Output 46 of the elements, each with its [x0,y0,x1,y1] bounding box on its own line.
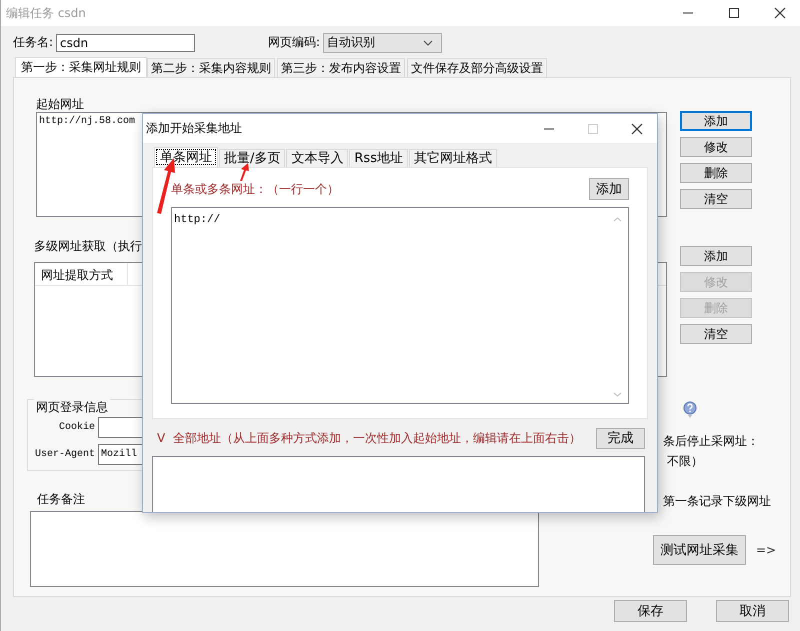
side-button[interactable]: 删除 [680,163,752,183]
arrow-text: => [756,543,776,557]
option-text: 不限） [667,453,704,469]
tab[interactable]: 第一步：采集网址规则 [15,57,147,77]
chevron-down-icon [423,40,434,46]
footer-button[interactable]: 保存 [614,600,687,622]
task-name-field[interactable]: csdn [56,34,196,52]
option-text: 第一条记录下级网址 [663,493,772,509]
field-label: 任务名: [13,34,54,51]
test-button[interactable]: 测试网址采集 [653,535,746,565]
pointer-arrow [237,163,251,181]
hint-text: 单条或多条网址：（一行一个） [171,180,339,198]
window-title: 编辑任务 csdn [6,4,86,22]
url-text: http://nj.58.com [39,116,136,127]
side-button[interactable]: 清空 [680,324,752,344]
group-title: 多级网址获取（执行 [34,238,143,254]
field-label: Cookie [58,422,95,433]
maximize-icon[interactable] [728,7,740,19]
side-button[interactable]: 清空 [680,189,752,209]
tab[interactable]: 文件保存及部分高级设置 [407,58,547,77]
tab[interactable]: 单条网址 [154,147,218,167]
column-header[interactable]: 网址提取方式 [35,263,128,285]
tab[interactable]: 第三步：发布内容设置 [277,58,405,77]
field-label: 网页编码: [268,34,320,51]
encoding-dropdown[interactable]: 自动识别 [323,32,442,52]
close-icon[interactable] [631,122,643,134]
option-text: 条后停止采网址： [663,433,760,449]
section-label: 全部地址（从上面多种方式添加，一次性加入起始地址，编辑请在上面右击） [173,430,582,446]
help-icon[interactable] [683,401,697,419]
side-button[interactable]: 添加 [680,246,752,266]
side-button[interactable]: 修改 [680,137,752,157]
dialog-title: 添加开始采集地址 [146,120,242,137]
all-urls-area[interactable] [152,456,645,512]
add-button[interactable]: 添加 [589,178,629,200]
tab[interactable]: 第二步：采集内容规则 [147,58,275,77]
done-button[interactable]: 完成 [596,428,645,448]
field-label: User-Agent [34,449,95,460]
group-title: 任务备注 [37,491,86,507]
group-title: 网页登录信息 [34,399,110,415]
toggle-icon[interactable]: V [157,431,166,445]
notes-field[interactable] [30,511,539,587]
close-icon[interactable] [774,7,786,19]
footer-button[interactable]: 取消 [716,600,789,622]
side-button[interactable]: 添加 [680,111,752,131]
group-title: 起始网址 [36,96,85,112]
url-text: http:// [174,214,220,226]
